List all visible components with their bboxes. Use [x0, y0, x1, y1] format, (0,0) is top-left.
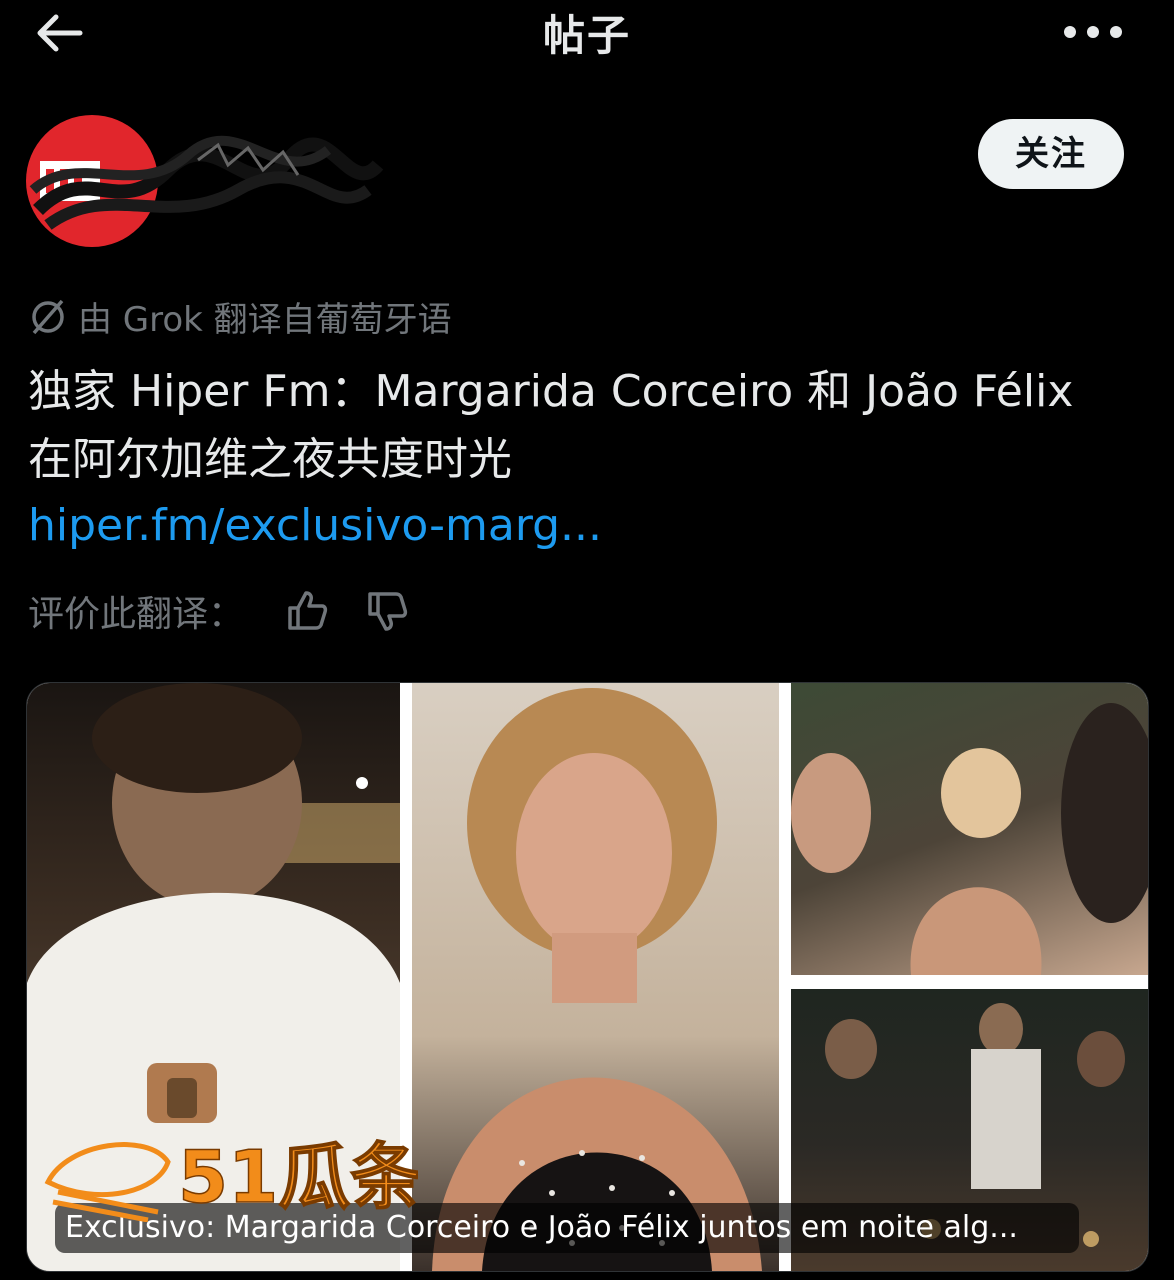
photo-woman-polka-dress [412, 683, 779, 1271]
rate-label: 评价此翻译： [28, 594, 245, 635]
link-card-media[interactable]: Exclusivo: Margarida Corceiro e João Fél… [26, 682, 1149, 1272]
translate-slash-icon [32, 299, 64, 334]
post-link[interactable]: hiper.fm/exclusivo-marg... [28, 500, 602, 551]
post-text: 独家 Hiper Fm：Margarida Corceiro 和 João Fé… [28, 366, 1074, 485]
thumbs-down-icon[interactable] [364, 588, 410, 634]
translation-note-text: 由 Grok 翻译自葡萄牙语 [78, 300, 452, 340]
translation-note: 由 Grok 翻译自葡萄牙语 [28, 292, 452, 341]
more-options-button[interactable] [1060, 14, 1126, 50]
photo-crowd-night-1 [791, 683, 1148, 975]
rate-translation-row: 评价此翻译： [28, 585, 410, 637]
follow-button[interactable]: 关注 [978, 119, 1124, 189]
thumbs-up-icon[interactable] [284, 588, 330, 634]
page-title: 帖子 [542, 11, 631, 60]
more-horizontal-icon [1064, 26, 1122, 38]
top-bar: 帖子 [0, 0, 1174, 70]
photo-man-white-shirt [27, 683, 400, 1271]
redaction-scribble [29, 136, 384, 230]
link-card-caption: Exclusivo: Margarida Corceiro e João Fél… [55, 1203, 1079, 1253]
